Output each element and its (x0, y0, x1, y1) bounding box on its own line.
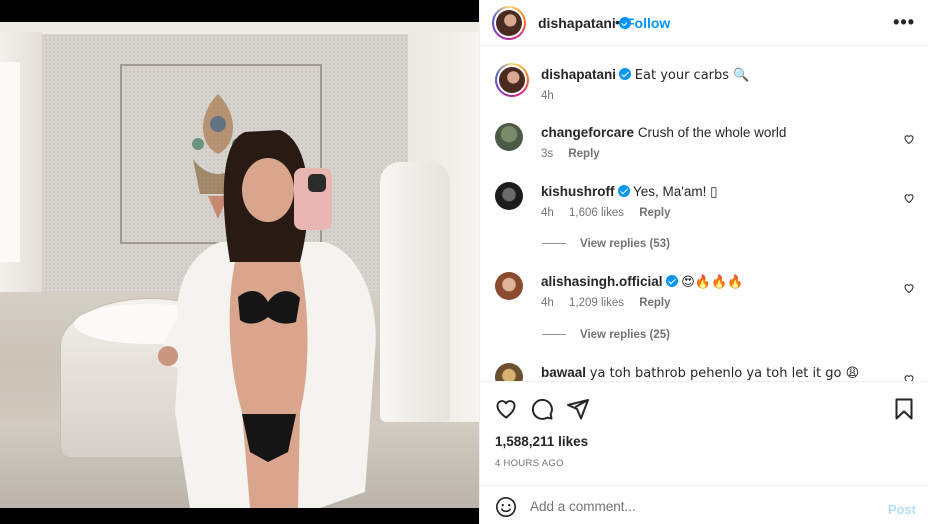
post-time[interactable]: 4 HOURS AGO (495, 458, 564, 469)
photo-hanging-robe (380, 162, 450, 422)
comment-text-row: changeforcare Crush of the whole world (541, 124, 786, 142)
comment-time[interactable]: 3s (541, 148, 553, 160)
comment-like-icon[interactable] (903, 282, 915, 294)
comment-meta: 4h 1,209 likes Reply (541, 297, 683, 309)
comment-icon[interactable] (530, 397, 554, 421)
comment-item: changeforcare Crush of the whole world 3… (495, 123, 915, 163)
likes-count[interactable]: 1,588,211 likes (495, 434, 588, 449)
author-username[interactable]: dishapatani (538, 15, 616, 31)
comment-likes[interactable]: 1,606 likes (569, 207, 624, 219)
verified-badge-icon (665, 275, 678, 287)
comment-meta: 4h 1,606 likes Reply (541, 207, 683, 219)
verified-badge-icon (617, 185, 630, 197)
comment-text-row: kishushroff Yes, Ma'am! ▯ (541, 183, 718, 201)
verified-badge-icon (619, 68, 632, 80)
view-replies-button[interactable]: View replies (25) (542, 329, 670, 341)
comment-text: Yes, Ma'am! ▯ (633, 184, 718, 199)
comment-avatar[interactable] (495, 182, 523, 210)
comments-list[interactable]: dishapatani Eat your carbs 🔍 4h changefo… (480, 47, 928, 381)
caption-avatar[interactable] (495, 63, 529, 97)
view-replies-button[interactable]: View replies (53) (542, 238, 670, 250)
comment-username[interactable]: changeforcare (541, 125, 634, 140)
caption-time[interactable]: 4h (541, 90, 554, 102)
caption-text: Eat your carbs 🔍 (634, 68, 750, 83)
reply-button[interactable]: Reply (639, 207, 670, 219)
comment-like-icon[interactable] (903, 133, 915, 145)
add-comment-bar: Post (480, 485, 928, 524)
photo-window (0, 62, 20, 262)
follow-button[interactable]: Follow (626, 15, 670, 31)
post-header: dishapatani • Follow ••• (480, 0, 928, 46)
heart-icon[interactable] (494, 397, 518, 421)
comment-avatar[interactable] (495, 123, 523, 151)
comment-username[interactable]: alishasingh.official (541, 274, 663, 289)
emoji-icon[interactable] (495, 496, 517, 518)
comment-text: 😍🔥🔥🔥 (681, 275, 744, 290)
media-top-border (0, 0, 479, 22)
post-button[interactable]: Post (888, 502, 916, 517)
comment-text-row: bawaal ya toh bathrob pehenlo ya toh let… (541, 364, 859, 381)
comment-username[interactable]: kishushroff (541, 184, 615, 199)
post-photo (0, 22, 479, 508)
comment-like-icon[interactable] (903, 192, 915, 204)
caption-meta: 4h (541, 90, 566, 102)
comment-likes[interactable]: 1,209 likes (569, 297, 624, 309)
comment-item: alishasingh.official 😍🔥🔥🔥 4h 1,209 likes… (495, 272, 915, 312)
post-side-panel: dishapatani • Follow ••• dishapatani Eat… (479, 0, 928, 524)
comment-avatar[interactable] (495, 363, 523, 381)
author-avatar[interactable] (492, 6, 526, 40)
comment-text-row: alishasingh.official 😍🔥🔥🔥 (541, 273, 743, 292)
header-separator: • (615, 14, 620, 30)
reply-button[interactable]: Reply (568, 148, 599, 160)
photo-person (158, 130, 376, 508)
comment-text: Crush of the whole world (637, 125, 787, 140)
comment-item: kishushroff Yes, Ma'am! ▯ 4h 1,606 likes… (495, 182, 915, 222)
comment-time[interactable]: 4h (541, 207, 554, 219)
caption-username[interactable]: dishapatani (541, 67, 616, 82)
share-icon[interactable] (566, 397, 590, 421)
comment-avatar[interactable] (495, 272, 523, 300)
bookmark-icon[interactable] (892, 397, 916, 421)
photo-phone-camera (308, 174, 326, 192)
media-bottom-border (0, 508, 479, 524)
caption: dishapatani Eat your carbs 🔍 4h (495, 61, 915, 105)
post-media[interactable] (0, 0, 479, 524)
comment-item: bawaal ya toh bathrob pehenlo ya toh let… (495, 363, 915, 381)
comment-input[interactable] (530, 495, 850, 517)
post-actions: 1,588,211 likes 4 HOURS AGO (480, 381, 928, 485)
more-options-icon[interactable]: ••• (893, 12, 915, 33)
comment-like-icon[interactable] (903, 373, 915, 381)
comment-meta: 3s Reply (541, 148, 612, 160)
comment-time[interactable]: 4h (541, 297, 554, 309)
reply-button[interactable]: Reply (639, 297, 670, 309)
comment-username[interactable]: bawaal (541, 365, 586, 380)
caption-text-row: dishapatani Eat your carbs 🔍 (541, 66, 749, 85)
comment-text: ya toh bathrob pehenlo ya toh let it go … (589, 366, 860, 381)
